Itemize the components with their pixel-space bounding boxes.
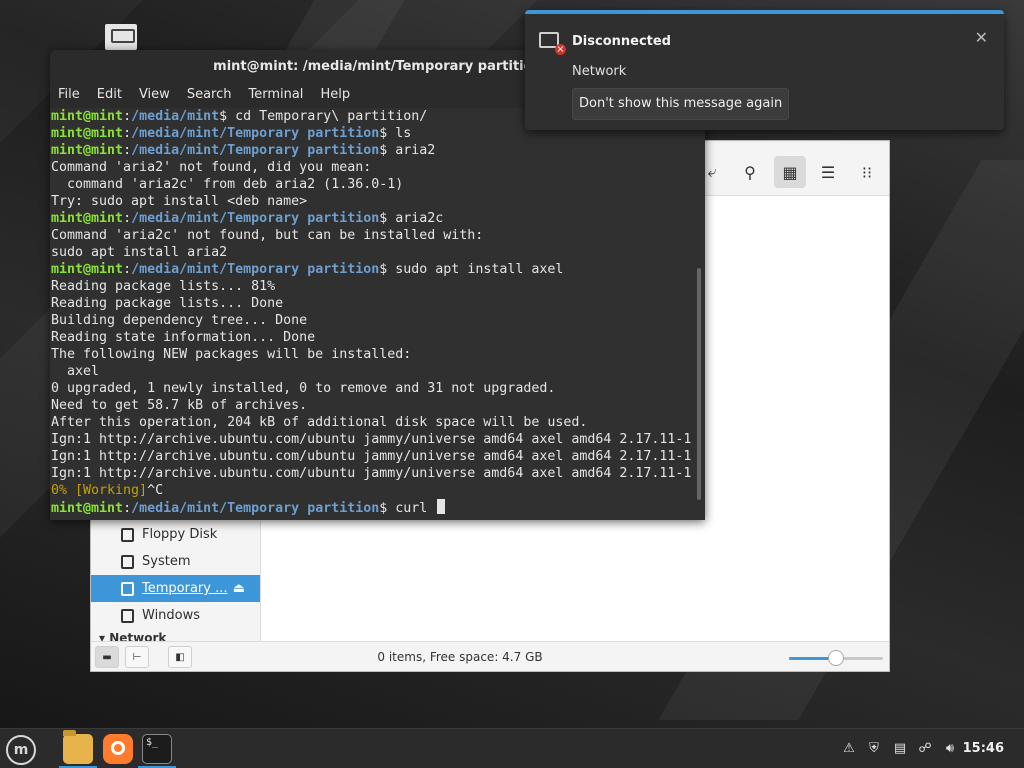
prompt-path: /media/mint/Temporary partition xyxy=(131,262,380,277)
terminal-line: command 'aria2c' from deb aria2 (1.36.0-… xyxy=(51,177,404,192)
terminal-line: Command 'aria2c' not found, but can be i… xyxy=(51,228,484,243)
zoom-slider-handle[interactable] xyxy=(828,650,844,666)
close-icon[interactable]: ✕ xyxy=(975,28,988,47)
prompt-user: mint@mint xyxy=(51,501,124,516)
prompt-user: mint@mint xyxy=(51,211,124,226)
terminal-scrollbar[interactable] xyxy=(697,268,701,500)
terminal-line: Ign:1 http://archive.ubuntu.com/ubuntu j… xyxy=(51,449,692,464)
sidebar-item-floppy-disk[interactable]: Floppy Disk xyxy=(91,521,260,548)
interrupt-text: ^C xyxy=(147,483,164,498)
file-manager-launcher-icon[interactable] xyxy=(63,730,93,764)
list-view-button[interactable]: ☰ xyxy=(812,156,844,188)
dont-show-again-button[interactable]: Don't show this message again xyxy=(572,88,790,120)
taskbar: m $_ ⚠ ⛨ ▤ ☍ 🔊︎ 15:46 xyxy=(0,728,1024,768)
command-text: aria2 xyxy=(395,143,436,158)
sidebar-item-windows[interactable]: Windows xyxy=(91,602,260,629)
text-cursor xyxy=(437,499,446,514)
prompt-path: /media/mint/Temporary partition xyxy=(131,211,380,226)
terminal-line: 0 upgraded, 1 newly installed, 0 to remo… xyxy=(51,381,556,396)
prompt-path: /media/mint/Temporary partition xyxy=(131,126,380,141)
network-icon[interactable]: ☍ xyxy=(917,740,933,756)
terminal-line: The following NEW packages will be insta… xyxy=(51,347,412,362)
terminal-output[interactable]: mint@mint:/media/mint$ cd Temporary\ par… xyxy=(50,108,705,520)
file-manager-statusbar: ▬ ⊢ ◧ 0 items, Free space: 4.7 GB xyxy=(91,641,889,671)
terminal-line: Reading package lists... 81% xyxy=(51,279,276,294)
sidebar-item-temporary-partition[interactable]: Temporary ... ⏏ xyxy=(91,575,260,602)
prompt-path: /media/mint/Temporary partition xyxy=(131,143,380,158)
clipboard-icon[interactable]: ▤ xyxy=(892,740,908,756)
search-icon[interactable]: ⚲ xyxy=(734,156,766,188)
notification-body: Network xyxy=(572,64,627,79)
menu-file[interactable]: File xyxy=(58,82,89,108)
command-text: curl xyxy=(395,501,436,516)
notification-title: Disconnected xyxy=(572,34,671,49)
mint-menu-icon[interactable]: m xyxy=(6,735,36,765)
prompt-user: mint@mint xyxy=(51,262,124,277)
status-text: 0 items, Free space: 4.7 GB xyxy=(377,650,543,664)
floppy-disk-icon xyxy=(121,527,134,542)
terminal-line: mint@mint:/media/mint/Temporary partitio… xyxy=(51,143,436,158)
terminal-line: Need to get 58.7 kB of archives. xyxy=(51,398,308,413)
terminal-line: sudo apt install aria2 xyxy=(51,245,228,260)
firefox-launcher-icon[interactable] xyxy=(103,734,133,764)
command-text: sudo apt install axel xyxy=(395,262,564,277)
zoom-slider[interactable] xyxy=(789,650,883,666)
terminal-line: Command 'aria2' not found, did you mean: xyxy=(51,160,372,175)
icon-view-button[interactable]: ▦ xyxy=(774,156,806,188)
file-manager-sidebar: Floppy Disk System Temporary ... ⏏ Windo… xyxy=(91,521,261,643)
terminal-line: mint@mint:/media/mint/Temporary partitio… xyxy=(51,211,444,226)
notification-popup: Disconnected ✕ Network Don't show this m… xyxy=(525,10,1004,130)
command-text: ls xyxy=(395,126,412,141)
wallpaper-stripe xyxy=(285,0,405,50)
prompt-path: /media/mint xyxy=(131,109,220,124)
terminal-line: axel xyxy=(51,364,100,379)
prompt-user: mint@mint xyxy=(51,109,124,124)
compact-view-button[interactable]: ⁝⁝ xyxy=(851,156,883,188)
sidebar-item-system[interactable]: System xyxy=(91,548,260,575)
clock[interactable]: 15:46 xyxy=(963,741,1004,756)
progress-text: 0% [Working] xyxy=(51,483,148,498)
prompt-path: /media/mint/Temporary partition xyxy=(131,501,380,516)
prompt-user: mint@mint xyxy=(51,126,124,141)
sidebar-item-label: Temporary ... xyxy=(142,581,228,596)
sidebar-item-label: Windows xyxy=(142,608,201,623)
volume-icon[interactable]: 🔊︎ xyxy=(942,740,958,756)
menu-help[interactable]: Help xyxy=(320,82,359,108)
drive-icon xyxy=(121,608,134,623)
eject-icon[interactable]: ⏏ xyxy=(233,581,245,596)
menu-edit[interactable]: Edit xyxy=(97,82,131,108)
terminal-line: mint@mint:/media/mint/Temporary partitio… xyxy=(51,499,705,516)
shield-icon[interactable]: ⛨ xyxy=(866,740,882,756)
menu-search[interactable]: Search xyxy=(187,82,241,108)
network-disconnected-icon xyxy=(539,32,566,55)
desktop-computer-icon[interactable] xyxy=(105,24,137,50)
update-manager-icon[interactable]: ⚠ xyxy=(841,740,857,756)
terminal-line: Ign:1 http://archive.ubuntu.com/ubuntu j… xyxy=(51,466,692,481)
command-text: aria2c xyxy=(395,211,444,226)
drive-icon xyxy=(121,554,134,569)
terminal-line: Reading package lists... Done xyxy=(51,296,284,311)
sidebar-item-label: Floppy Disk xyxy=(142,527,218,542)
terminal-launcher-icon[interactable]: $_ xyxy=(142,734,172,764)
command-text: cd Temporary\ partition/ xyxy=(235,109,428,124)
drive-icon xyxy=(121,581,134,596)
terminal-line: Reading state information... Done xyxy=(51,330,316,345)
terminal-line: Try: sudo apt install <deb name> xyxy=(51,194,308,209)
terminal-line: Building dependency tree... Done xyxy=(51,313,308,328)
terminal-line: After this operation, 204 kB of addition… xyxy=(51,415,588,430)
terminal-line: mint@mint:/media/mint/Temporary partitio… xyxy=(51,262,564,277)
prompt-user: mint@mint xyxy=(51,143,124,158)
menu-terminal[interactable]: Terminal xyxy=(248,82,312,108)
sidebar-item-label: System xyxy=(142,554,191,569)
terminal-line: 0% [Working]^C xyxy=(51,482,705,499)
menu-view[interactable]: View xyxy=(139,82,179,108)
terminal-line: Ign:1 http://archive.ubuntu.com/ubuntu j… xyxy=(51,432,692,447)
